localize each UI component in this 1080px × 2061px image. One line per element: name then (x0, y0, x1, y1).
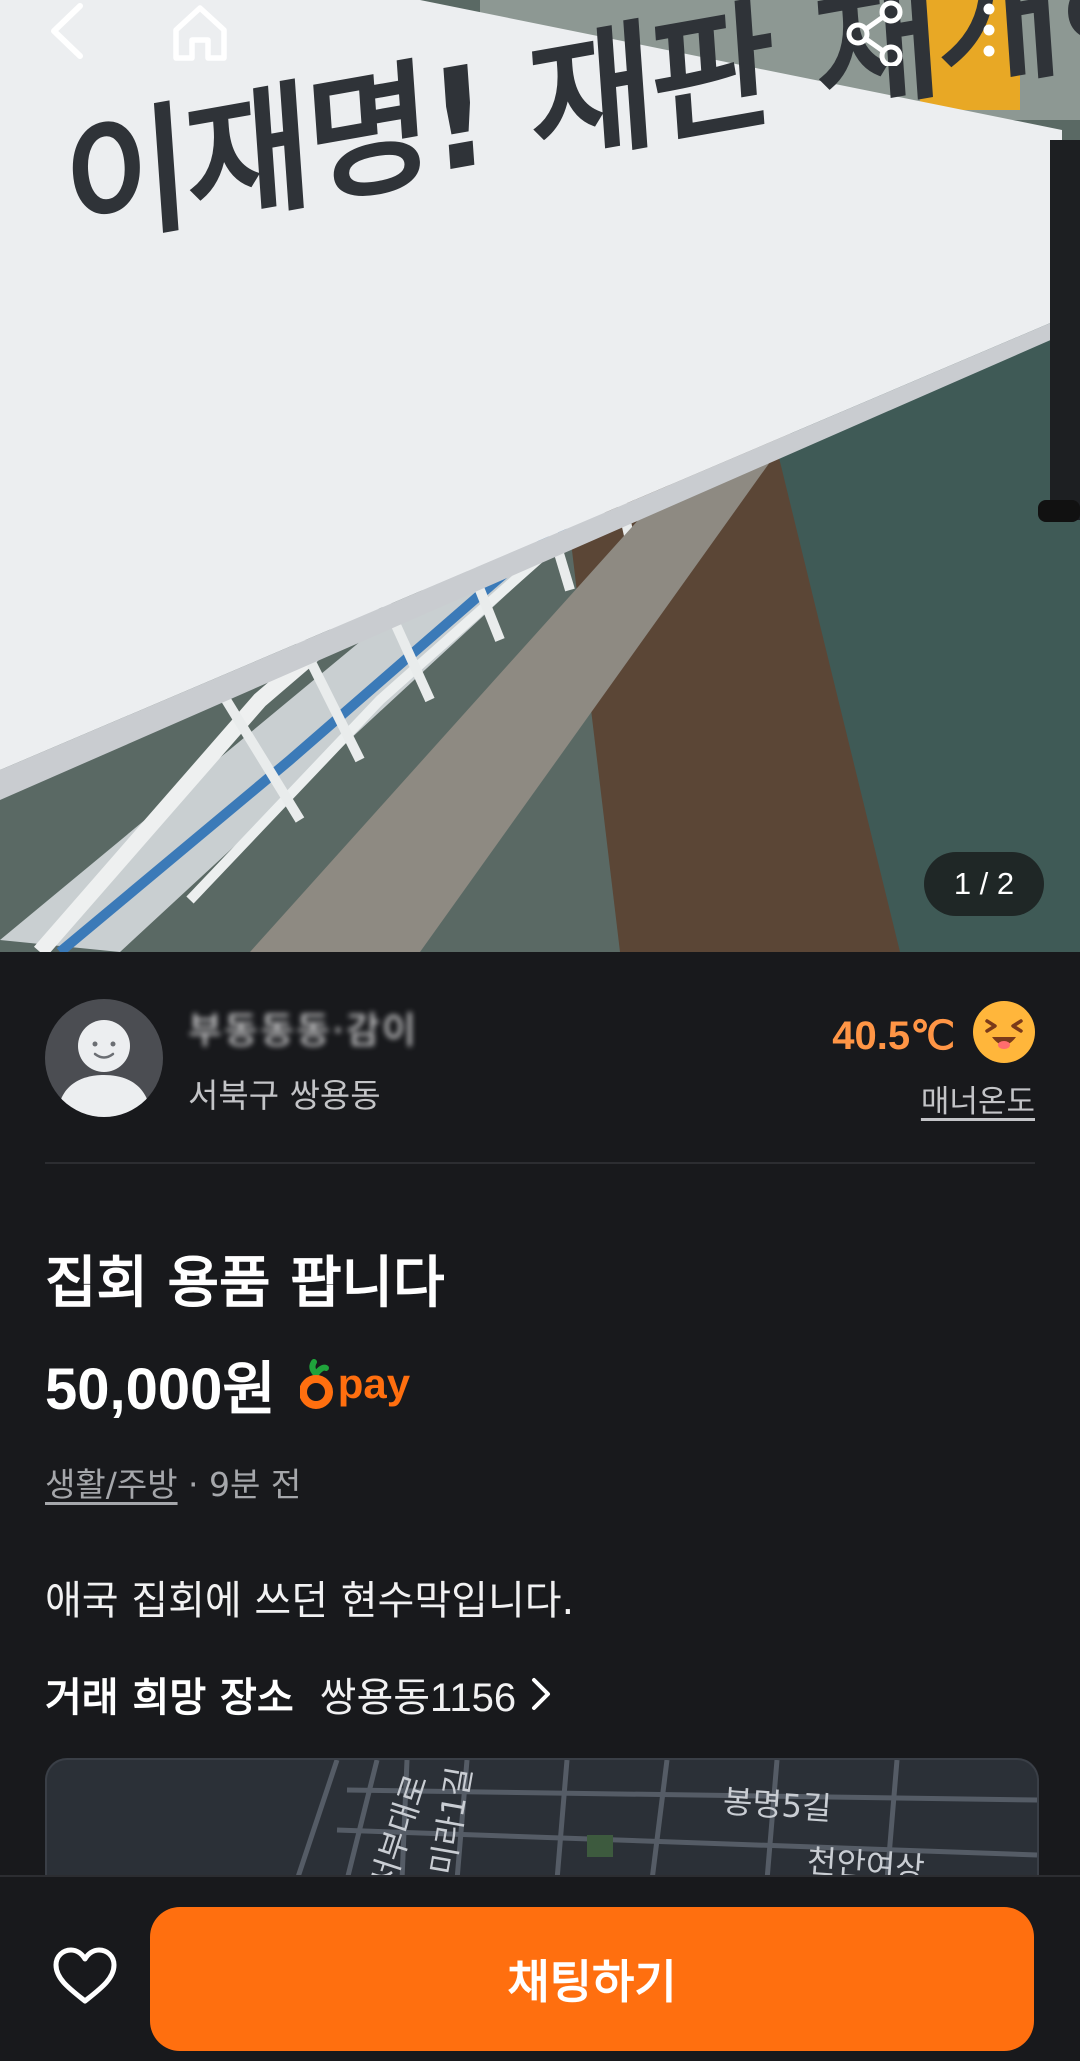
back-button[interactable] (44, 0, 108, 74)
product-photo[interactable]: 이재명! 재판 재개하라! 1 / 2 (0, 0, 1080, 952)
product-price: 50,000원 (45, 1357, 276, 1422)
product-meta: 생활/주방 · 9분 전 (45, 1458, 301, 1506)
avatar-placeholder-icon (57, 1020, 151, 1117)
temperature-emoji-icon (973, 1001, 1035, 1063)
manner-temperature: 40.5℃ (832, 1014, 955, 1058)
more-vertical-icon (983, 3, 995, 57)
bottom-action-bar: 채팅하기 (0, 1875, 1080, 2061)
manner-temperature-link[interactable]: 매너온도 (921, 1076, 1035, 1121)
share-icon (846, 0, 903, 66)
seller-location: 서북구 쌍용동 (188, 1076, 381, 1115)
category-link[interactable]: 생활/주방 (45, 1465, 178, 1504)
heart-icon (53, 1947, 117, 2004)
chevron-right-icon (532, 1678, 551, 1710)
avatar[interactable] (45, 999, 163, 1117)
chevron-left-icon (51, 3, 83, 59)
product-description: 애국 집회에 쓰던 현수막입니다. (45, 1578, 575, 1624)
home-icon (173, 5, 227, 61)
image-counter: 1 / 2 (924, 852, 1044, 916)
map-label-school: 천안여상 (805, 1841, 926, 1880)
carrot-pay-badge: pay (299, 1358, 411, 1410)
pay-label: pay (337, 1360, 411, 1407)
divider (45, 1162, 1035, 1164)
price-row: 50,000원 pay (45, 1344, 410, 1424)
meeting-place-label: 거래 희망 장소 (45, 1675, 294, 1721)
meeting-place-value[interactable]: 쌍용동1156 (320, 1665, 516, 1723)
more-button[interactable] (982, 0, 1022, 74)
home-button[interactable] (168, 0, 238, 74)
seller-name: 부동동동·감이 (188, 1009, 419, 1052)
carrot-icon (299, 1359, 333, 1409)
chat-button[interactable]: 채팅하기 (150, 1907, 1034, 2051)
posted-time: · 9분 전 (177, 1465, 302, 1504)
product-title: 집회 용품 팝니다 (45, 1251, 445, 1316)
like-button[interactable] (50, 1945, 120, 2007)
meeting-place[interactable]: 거래 희망 장소 쌍용동1156 (45, 1665, 556, 1723)
seller-profile[interactable]: 부동동동·감이 서북구 쌍용동 40.5℃ 매너온도 (45, 997, 1035, 1120)
map-preview[interactable]: 봉명5길 천안여상 미라1길 서부대로 (45, 1758, 1039, 1880)
map-label-street: 봉명5길 (721, 1782, 833, 1828)
share-button[interactable] (844, 0, 914, 74)
